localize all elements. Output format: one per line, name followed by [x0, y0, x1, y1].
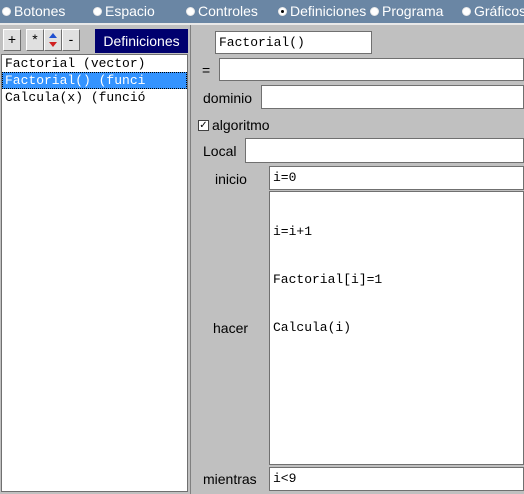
- init-field[interactable]: i=0: [269, 166, 524, 190]
- radio-icon: [186, 6, 195, 16]
- move-button[interactable]: [44, 29, 62, 51]
- while-field[interactable]: i<9: [269, 467, 524, 491]
- definitions-panel: + * - Definiciones Factorial (vector) Fa…: [0, 25, 190, 494]
- equals-field[interactable]: [219, 58, 524, 81]
- definition-editor: Factorial() = dominio ✓ algoritmo Local …: [191, 25, 524, 494]
- tab-controles[interactable]: Controles: [186, 2, 258, 20]
- duplicate-definition-button[interactable]: *: [26, 29, 44, 51]
- tab-bar: Botones Espacio Controles Definiciones P…: [0, 0, 524, 23]
- radio-icon: [462, 6, 471, 16]
- tab-botones[interactable]: Botones: [2, 2, 65, 20]
- while-label: mientras: [203, 471, 257, 487]
- do-label: hacer: [213, 320, 249, 336]
- tab-definiciones[interactable]: Definiciones: [278, 2, 366, 20]
- definitions-list[interactable]: Factorial (vector) Factorial() (funci Ca…: [1, 54, 188, 492]
- definitions-header: Definiciones: [95, 29, 188, 53]
- radio-icon: [93, 6, 102, 16]
- tab-programa[interactable]: Programa: [370, 2, 443, 20]
- arrow-down-icon: [49, 42, 57, 47]
- tab-espacio[interactable]: Espacio: [93, 2, 155, 20]
- move-arrows-icon: [49, 33, 57, 47]
- equals-label: =: [202, 62, 211, 78]
- algorithm-checkbox[interactable]: ✓: [198, 120, 209, 131]
- remove-definition-button[interactable]: -: [62, 29, 80, 51]
- tab-label: Gráficos: [474, 3, 524, 19]
- code-line: Factorial[i]=1: [273, 272, 383, 287]
- local-field[interactable]: [245, 138, 524, 163]
- tab-label: Espacio: [105, 3, 155, 19]
- tab-label: Botones: [14, 3, 66, 19]
- code-line: i=i+1: [273, 224, 313, 239]
- list-item[interactable]: Factorial (vector): [2, 55, 187, 72]
- radio-icon: [2, 6, 11, 16]
- local-label: Local: [203, 143, 237, 159]
- list-item[interactable]: Calcula(x) (funció: [2, 89, 187, 106]
- init-label: inicio: [215, 171, 247, 187]
- radio-selected-icon: [278, 6, 287, 16]
- domain-field[interactable]: [261, 85, 524, 109]
- tab-label: Programa: [382, 3, 444, 19]
- tab-graficos[interactable]: Gráficos: [462, 2, 524, 20]
- arrow-up-icon: [49, 33, 57, 38]
- name-field[interactable]: Factorial(): [215, 31, 372, 54]
- list-item-selected[interactable]: Factorial() (funci: [2, 72, 187, 89]
- radio-icon: [370, 6, 379, 16]
- domain-label: dominio: [203, 90, 253, 106]
- tab-label: Definiciones: [290, 3, 367, 19]
- do-textarea[interactable]: i=i+1 Factorial[i]=1 Calcula(i): [269, 191, 524, 465]
- algorithm-label: algoritmo: [212, 117, 270, 133]
- tab-label: Controles: [198, 3, 258, 19]
- code-line: Calcula(i): [273, 320, 352, 335]
- add-definition-button[interactable]: +: [3, 29, 21, 51]
